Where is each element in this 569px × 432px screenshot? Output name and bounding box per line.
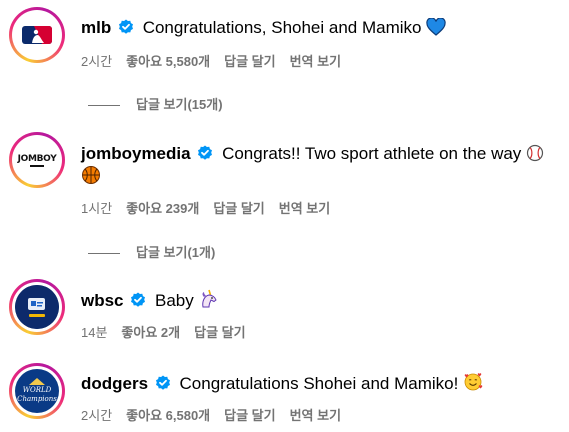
username[interactable]: dodgers xyxy=(81,374,148,393)
verified-badge-icon xyxy=(155,375,170,390)
view-replies-label: 답글 보기(15개) xyxy=(136,97,223,112)
comment-text: Congratulations, Shohei and Mamiko xyxy=(142,18,422,37)
reply-button[interactable]: 답글 달기 xyxy=(224,54,275,69)
username[interactable]: jomboymedia xyxy=(81,144,191,163)
username[interactable]: wbsc xyxy=(81,291,124,310)
likes-count[interactable]: 좋아요 2개 xyxy=(121,325,180,340)
reply-button[interactable]: 답글 달기 xyxy=(224,408,275,423)
timestamp[interactable]: 2시간 xyxy=(81,54,112,69)
translate-button[interactable]: 번역 보기 xyxy=(279,201,330,216)
view-replies-button[interactable]: 답글 보기(1개) xyxy=(88,242,215,261)
mlb-logo-icon xyxy=(22,26,52,44)
avatar[interactable]: JOMBOY xyxy=(9,132,65,188)
comment-line: mlb Congratulations, Shohei and Mamiko xyxy=(81,17,446,39)
comment-text: Baby xyxy=(155,291,194,310)
comment-line: jomboymedia Congrats!! Two sport athlete… xyxy=(81,143,544,165)
comment-line: wbsc Baby xyxy=(81,289,218,312)
jomboy-logo: JOMBOY xyxy=(18,154,57,167)
baseball-icon xyxy=(526,144,544,162)
basketball-icon xyxy=(82,166,100,184)
comment-meta: 2시간 좋아요 6,580개 답글 달기 번역 보기 xyxy=(81,405,355,424)
comment-meta: 14분 좋아요 2개 답글 달기 xyxy=(81,322,260,341)
likes-count[interactable]: 좋아요 5,580개 xyxy=(126,54,210,69)
timestamp[interactable]: 14분 xyxy=(81,325,107,340)
wbsc-logo-icon xyxy=(15,285,59,329)
verified-badge-icon xyxy=(198,145,213,160)
replies-divider xyxy=(88,253,120,255)
timestamp[interactable]: 2시간 xyxy=(81,408,112,423)
comment-line-2 xyxy=(81,165,101,188)
likes-count[interactable]: 좋아요 6,580개 xyxy=(126,408,210,423)
username[interactable]: mlb xyxy=(81,18,111,37)
dodgers-logo: WORLD Champions xyxy=(17,378,57,404)
verified-badge-icon xyxy=(131,292,146,307)
view-replies-button[interactable]: 답글 보기(15개) xyxy=(88,94,223,113)
reply-button[interactable]: 답글 달기 xyxy=(194,325,245,340)
comment-meta: 2시간 좋아요 5,580개 답글 달기 번역 보기 xyxy=(81,51,355,70)
translate-button[interactable]: 번역 보기 xyxy=(290,408,341,423)
likes-count[interactable]: 좋아요 239개 xyxy=(126,201,199,216)
avatar-logo-text: WORLD Champions xyxy=(17,386,57,403)
verified-badge-icon xyxy=(118,19,133,34)
comment-meta: 1시간 좋아요 239개 답글 달기 번역 보기 xyxy=(81,198,344,217)
timestamp[interactable]: 1시간 xyxy=(81,201,112,216)
avatar-logo-text: JOMBOY xyxy=(17,153,57,164)
smiling-face-with-hearts-icon xyxy=(464,373,483,391)
avatar[interactable]: WORLD Champions xyxy=(9,363,65,419)
translate-button[interactable]: 번역 보기 xyxy=(290,54,341,69)
comment-text: Congratulations Shohei and Mamiko! xyxy=(179,374,459,393)
view-replies-label: 답글 보기(1개) xyxy=(136,245,216,260)
reply-button[interactable]: 답글 달기 xyxy=(213,201,264,216)
comment-text: Congrats!! Two sport athlete on the way xyxy=(222,144,522,163)
avatar[interactable] xyxy=(9,7,65,63)
replies-divider xyxy=(88,105,120,107)
blue-heart-icon xyxy=(426,18,446,36)
comment-line: dodgers Congratulations Shohei and Mamik… xyxy=(81,372,483,395)
avatar[interactable] xyxy=(9,279,65,335)
unicorn-icon xyxy=(202,289,218,308)
